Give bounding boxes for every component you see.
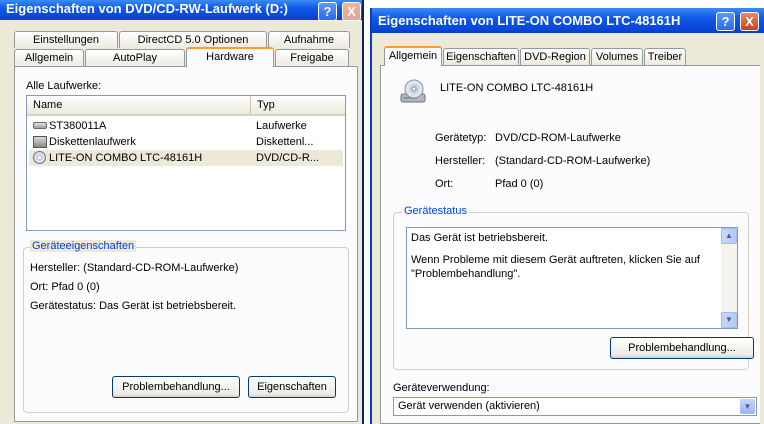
tab-eigenschaften[interactable]: Eigenschaften (443, 48, 519, 65)
location-text: Ort: Pfad 0 (0) (30, 281, 100, 293)
scroll-up-icon[interactable]: ▲ (721, 228, 737, 244)
location-label: Ort: (435, 178, 454, 190)
device-status-textarea[interactable]: Das Gerät ist betriebsbereit. Wenn Probl… (406, 227, 738, 329)
right-window-titlebar[interactable]: Eigenschaften von LITE-ON COMBO LTC-4816… (372, 8, 764, 33)
device-name: LITE-ON COMBO LTC-48161H (440, 82, 594, 94)
drive-properties-window: Eigenschaften von DVD/CD-RW-Laufwerk (D:… (0, 0, 364, 424)
tab-aufnahme[interactable]: Aufnahme (268, 31, 350, 48)
left-window-titlebar[interactable]: Eigenschaften von DVD/CD-RW-Laufwerk (D:… (0, 0, 362, 20)
properties-button[interactable]: Eigenschaften (248, 376, 336, 398)
manufacturer-label: Hersteller: (435, 155, 486, 167)
tab-volumes[interactable]: Volumes (591, 48, 643, 65)
left-close-button[interactable]: X (342, 2, 361, 21)
tab-autoplay[interactable]: AutoPlay (85, 49, 185, 66)
drive-name: ST380011A (49, 120, 107, 132)
drive-row[interactable]: ST380011A Laufwerke (29, 118, 343, 134)
column-header-type[interactable]: Typ (251, 96, 345, 114)
device-usage-value: Gerät verwenden (aktivieren) (398, 400, 540, 412)
device-usage-label: Geräteverwendung: (393, 382, 490, 394)
device-type-label: Gerätetyp: (435, 132, 487, 144)
device-type-value: DVD/CD-ROM-Laufwerke (495, 132, 621, 144)
drive-name: Diskettenlaufwerk (49, 136, 136, 148)
status-line-1: Das Gerät ist betriebsbereit. (411, 232, 548, 244)
drive-type: Diskettenl... (256, 136, 314, 148)
tab-allgemein[interactable]: Allgemein (14, 49, 84, 66)
tab-freigabe[interactable]: Freigabe (275, 49, 349, 66)
left-help-button[interactable]: ? (318, 2, 337, 21)
device-properties-window: Eigenschaften von LITE-ON COMBO LTC-4816… (370, 8, 764, 424)
troubleshoot-button[interactable]: Problembehandlung... (112, 376, 240, 398)
scroll-down-icon[interactable]: ▼ (721, 312, 737, 328)
device-usage-select[interactable]: Gerät verwenden (aktivieren) ▼ (393, 397, 757, 416)
hardware-tab-panel: Alle Laufwerke: Name Typ ST380011A Laufw… (14, 66, 358, 422)
right-window-title: Eigenschaften von LITE-ON COMBO LTC-4816… (378, 13, 681, 28)
drive-type: Laufwerke (256, 120, 307, 132)
column-header-name[interactable]: Name (27, 96, 251, 114)
status-line-3: "Problembehandlung". (411, 268, 521, 280)
listview-header: Name Typ (27, 96, 345, 116)
cd-drive-icon (33, 151, 46, 164)
drive-row[interactable]: Diskettenlaufwerk Diskettenl... (29, 134, 343, 150)
general-tab-panel: LITE-ON COMBO LTC-48161H Gerätetyp: DVD/… (380, 65, 760, 424)
location-value: Pfad 0 (0) (495, 178, 544, 190)
left-window-title: Eigenschaften von DVD/CD-RW-Laufwerk (D:… (6, 1, 288, 16)
device-status-group-label: Gerätestatus (402, 205, 469, 217)
drive-row-selected[interactable]: LITE-ON COMBO LTC-48161H DVD/CD-R... (29, 150, 343, 166)
tab-allgemein[interactable]: Allgemein (384, 46, 442, 66)
drives-listview[interactable]: Name Typ ST380011A Laufwerke Diskettenla… (26, 95, 346, 231)
chevron-down-icon[interactable]: ▼ (740, 399, 755, 414)
device-properties-group-label: Geräteeigenschaften (30, 240, 137, 252)
tab-einstellungen[interactable]: Einstellungen (14, 31, 118, 48)
drive-name: LITE-ON COMBO LTC-48161H (49, 152, 203, 164)
status-line-2: Wenn Probleme mit diesem Gerät auftreten… (411, 254, 700, 266)
manufacturer-value: (Standard-CD-ROM-Laufwerke) (495, 155, 651, 167)
tab-dvd-region[interactable]: DVD-Region (520, 48, 590, 65)
cd-drive-icon (399, 78, 427, 106)
tab-hardware[interactable]: Hardware (186, 47, 274, 67)
hard-disk-icon (33, 122, 47, 129)
right-close-button[interactable]: X (740, 12, 759, 31)
tab-treiber[interactable]: Treiber (644, 48, 686, 65)
drive-type: DVD/CD-R... (256, 152, 319, 164)
floppy-drive-icon (33, 136, 47, 148)
tab-directcd-optionen[interactable]: DirectCD 5.0 Optionen (119, 31, 267, 48)
right-help-button[interactable]: ? (716, 12, 735, 31)
device-status-group: Gerätestatus Das Gerät ist betriebsberei… (393, 205, 754, 370)
manufacturer-text: Hersteller: (Standard-CD-ROM-Laufwerke) (30, 262, 239, 274)
troubleshoot-button[interactable]: Problembehandlung... (610, 337, 754, 359)
all-drives-label: Alle Laufwerke: (26, 80, 102, 92)
device-status-text: Gerätestatus: Das Gerät ist betriebsbere… (30, 300, 237, 312)
status-scrollbar[interactable]: ▲ ▼ (721, 228, 737, 328)
device-properties-group: Geräteeigenschaften Hersteller: (Standar… (23, 240, 349, 413)
